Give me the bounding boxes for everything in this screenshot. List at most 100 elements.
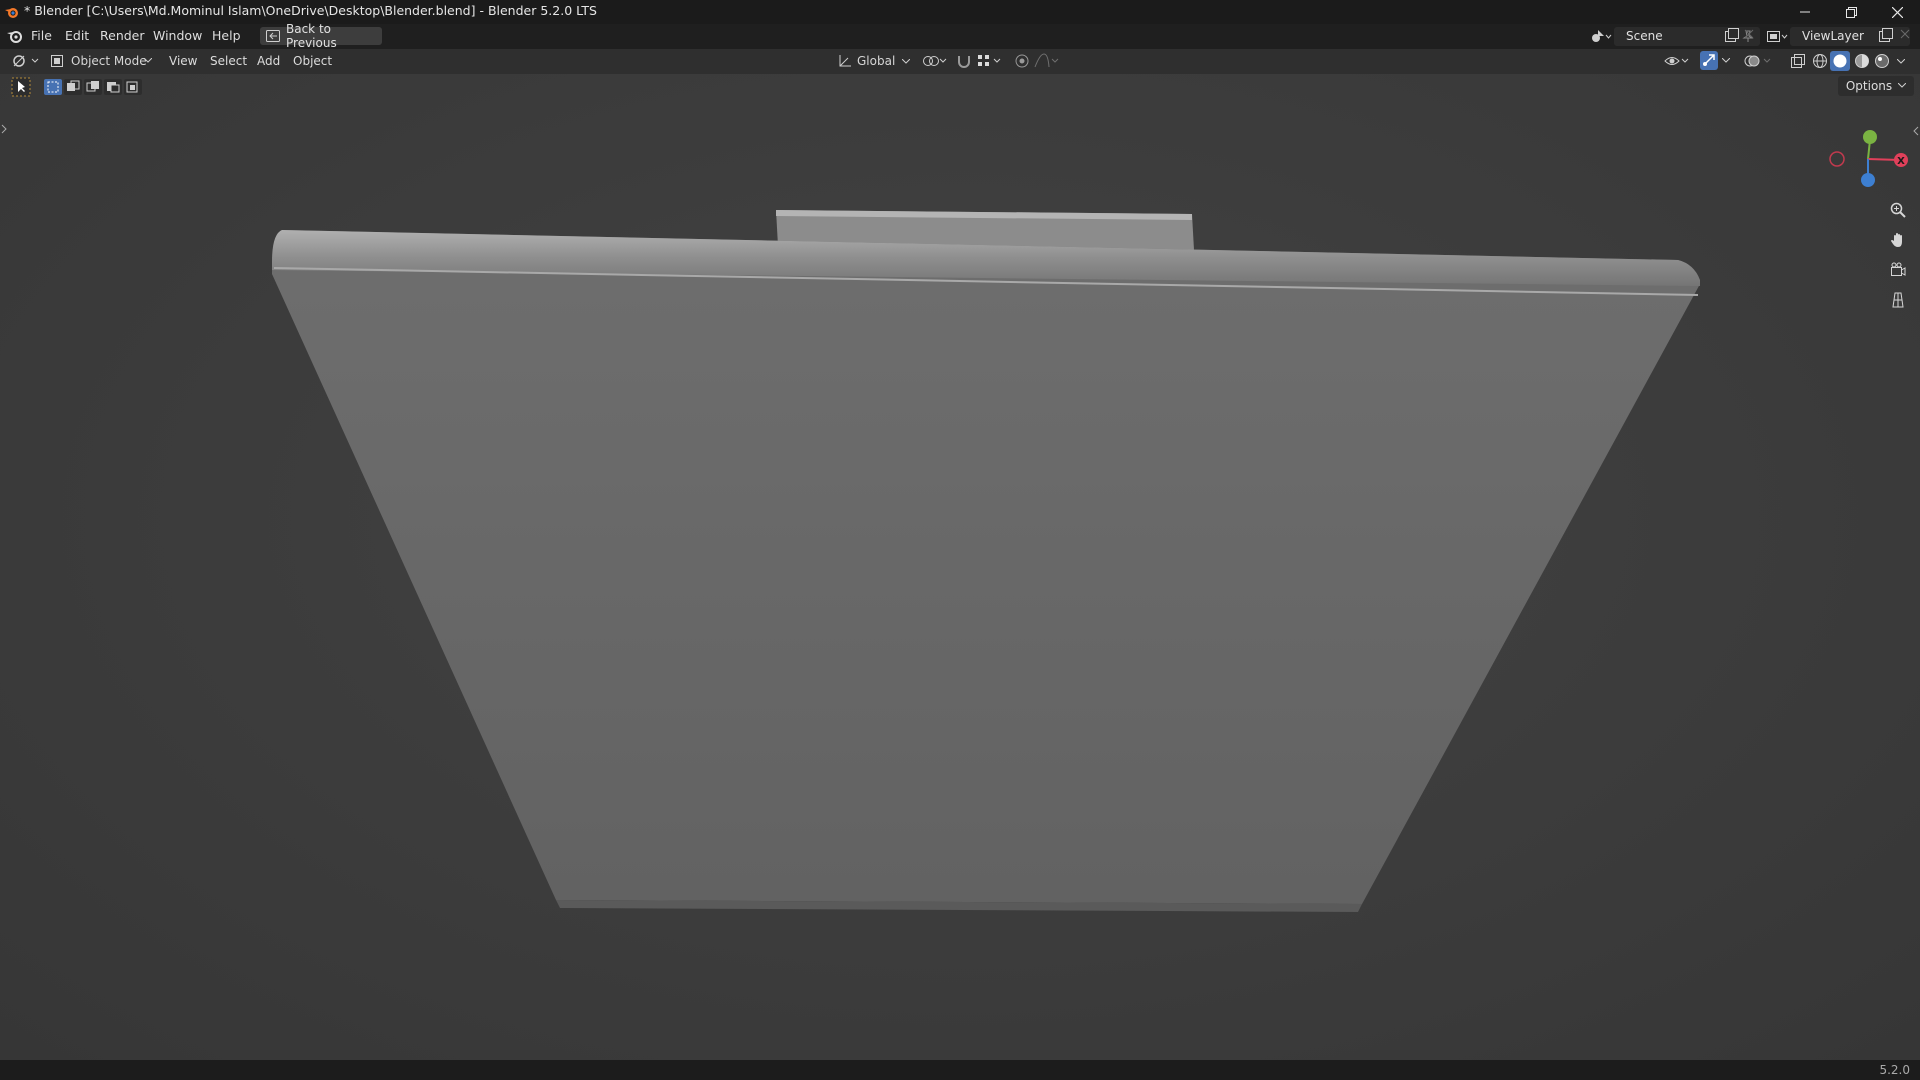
xray-toggle[interactable]	[1790, 53, 1806, 69]
menu-help[interactable]: Help	[212, 28, 241, 43]
close-icon	[1744, 29, 1754, 39]
ortho-toggle-button[interactable]	[1884, 286, 1912, 314]
scene-icon	[1590, 28, 1612, 44]
gizmo-x-label: X	[1897, 156, 1905, 167]
menu-window[interactable]: Window	[153, 28, 202, 43]
visibility-dropdown[interactable]	[1664, 53, 1692, 69]
blender-logo-icon	[4, 4, 20, 20]
select-mode-new-button[interactable]	[44, 79, 62, 95]
wireframe-shading-button[interactable]	[1812, 53, 1828, 69]
board-mesh[interactable]	[272, 230, 1700, 912]
scene-browse-button[interactable]	[1590, 28, 1612, 44]
gizmo-neg-x-axis[interactable]	[1829, 151, 1845, 167]
proportional-editing-toggle[interactable]	[1014, 53, 1030, 69]
pivot-icon	[922, 53, 950, 69]
transform-orientation-dropdown[interactable]: Global	[838, 52, 914, 71]
menu-object[interactable]: Object	[293, 54, 332, 68]
render-layer-icon	[1766, 28, 1788, 44]
object-mode-dropdown[interactable]: Object Mode	[46, 52, 156, 71]
version-label: 5.2.0	[1879, 1063, 1910, 1077]
duplicate-icon	[1878, 27, 1894, 43]
viewport-scene	[272, 210, 1700, 912]
shading-dropdown[interactable]	[1897, 59, 1905, 65]
solid-shading-button[interactable]	[1830, 51, 1850, 71]
minimize-icon	[1800, 7, 1810, 17]
chevron-right-icon	[0, 124, 8, 134]
title-bar: * Blender [C:\Users\Md.Mominul Islam\One…	[0, 0, 1920, 24]
menu-file[interactable]: File	[31, 28, 52, 43]
gizmo-y-axis[interactable]	[1863, 130, 1877, 144]
overlays-icon	[1744, 53, 1774, 69]
menu-edit[interactable]: Edit	[65, 28, 89, 43]
gizmo-z-axis[interactable]	[1861, 173, 1875, 187]
eye-icon	[1664, 53, 1692, 69]
top-menu-bar: File Edit Render Window Help Back to Pre…	[0, 22, 1920, 50]
window-title: * Blender [C:\Users\Md.Mominul Islam\One…	[24, 3, 597, 18]
blender-logo-icon	[6, 28, 24, 44]
close-window-button[interactable]	[1874, 0, 1920, 24]
overlays-toggle[interactable]	[1744, 53, 1774, 69]
select-mode-intersect-button[interactable]	[124, 79, 142, 95]
menu-view[interactable]: View	[169, 54, 197, 68]
minimize-button[interactable]	[1782, 0, 1828, 24]
falloff-dropdown[interactable]	[1034, 53, 1062, 69]
magnet-icon	[956, 53, 972, 69]
chevron-down-icon	[1897, 59, 1905, 65]
menu-select[interactable]: Select	[210, 54, 247, 68]
object-mode-label: Object Mode	[71, 54, 147, 68]
pan-button[interactable]	[1884, 226, 1912, 254]
toolbar-expand-arrow[interactable]	[0, 124, 8, 134]
view-layer-name: ViewLayer	[1802, 29, 1864, 43]
new-scene-button[interactable]	[1724, 27, 1740, 43]
gizmo-icon	[1702, 53, 1716, 67]
pivot-point-dropdown[interactable]	[922, 53, 950, 69]
chevron-down-icon	[144, 58, 152, 64]
chevron-down-icon	[902, 59, 910, 65]
menu-add[interactable]: Add	[257, 54, 280, 68]
zoom-button[interactable]	[1884, 196, 1912, 224]
close-icon	[1891, 6, 1903, 18]
options-label: Options	[1845, 79, 1893, 93]
object-mode-icon	[50, 54, 64, 68]
new-view-layer-button[interactable]	[1878, 27, 1894, 43]
select-mode-invert-button[interactable]	[104, 79, 122, 95]
cursor-select-icon[interactable]	[11, 77, 31, 97]
proportional-icon	[1014, 53, 1030, 69]
xray-icon	[1790, 53, 1806, 69]
back-to-previous-button[interactable]: Back to Previous	[260, 22, 382, 50]
camera-icon	[1890, 262, 1906, 278]
options-dropdown[interactable]: Options	[1838, 76, 1914, 96]
duplicate-icon	[1724, 27, 1740, 43]
chevron-down-icon	[1722, 58, 1730, 64]
editor-type-button[interactable]	[10, 53, 40, 69]
delete-view-layer-button[interactable]	[1900, 29, 1910, 39]
scene-name: Scene	[1626, 29, 1663, 43]
delete-scene-button[interactable]	[1744, 29, 1754, 39]
viewport-header: Object Mode View Select Add Object Globa…	[0, 49, 1920, 74]
material-preview-button[interactable]	[1854, 53, 1870, 69]
snap-toggle[interactable]	[956, 53, 972, 69]
orientation-axes-icon	[838, 54, 852, 68]
pan-hand-icon	[1890, 232, 1906, 248]
rendered-shading-button[interactable]	[1874, 53, 1890, 69]
select-mode-extend-button[interactable]	[64, 79, 82, 95]
menu-render[interactable]: Render	[100, 28, 145, 43]
gizmo-toggle[interactable]	[1700, 51, 1718, 70]
view-layer-browse-button[interactable]	[1766, 28, 1788, 44]
3d-viewport[interactable]: X	[0, 74, 1920, 1060]
maximize-icon	[1845, 6, 1857, 18]
material-sphere-icon	[1854, 53, 1870, 69]
falloff-curve-icon	[1034, 53, 1062, 69]
maximize-button[interactable]	[1828, 0, 1874, 24]
wireframe-sphere-icon	[1812, 53, 1828, 69]
navigation-gizmo[interactable]: X	[1820, 116, 1920, 196]
back-to-previous-label: Back to Previous	[286, 22, 337, 50]
select-mode-subtract-button[interactable]	[84, 79, 102, 95]
rendered-sphere-icon	[1874, 53, 1890, 69]
3d-viewport-icon	[10, 53, 40, 69]
blender-menu-button[interactable]	[6, 28, 24, 44]
snap-target-dropdown[interactable]	[976, 53, 1004, 69]
select-tool-row	[10, 76, 145, 98]
camera-view-button[interactable]	[1884, 256, 1912, 284]
gizmo-dropdown[interactable]	[1722, 58, 1730, 64]
